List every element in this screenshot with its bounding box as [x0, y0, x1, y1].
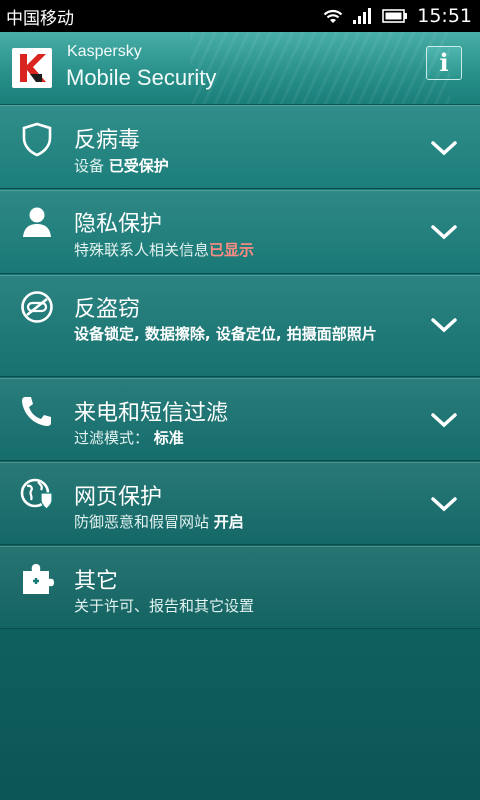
menu-subtitle: 关于许可、报告和其它设置 [74, 597, 255, 615]
chevron-down-icon[interactable] [430, 412, 458, 430]
globe-shield-icon [20, 478, 53, 511]
menu-title: 反盗窃 [74, 297, 141, 322]
menu-subtitle: 防御恶意和假冒网站 开启 [74, 513, 244, 531]
anti-theft-icon [21, 291, 53, 323]
menu-title: 其它 [74, 569, 119, 594]
menu-subtitle: 设备 已受保护 [74, 157, 169, 175]
status-icons: 15:51 [322, 5, 472, 27]
menu-title: 反病毒 [74, 128, 141, 153]
chevron-down-icon[interactable] [430, 140, 458, 158]
menu-item-antivirus[interactable]: 反病毒 设备 已受保护 [0, 105, 480, 189]
puzzle-icon [23, 564, 54, 594]
app-title: Mobile Security [66, 65, 217, 90]
menu-item-anti-theft[interactable]: 反盗窃 设备锁定, 数据擦除, 设备定位, 拍摄面部照片 [0, 275, 480, 377]
clock: 15:51 [417, 5, 472, 27]
menu-subtitle: 特殊联系人相关信息已显示 [74, 241, 255, 259]
menu-item-other[interactable]: 其它 关于许可、报告和其它设置 [0, 546, 480, 629]
chevron-down-icon[interactable] [430, 496, 458, 514]
person-icon [23, 207, 51, 237]
status-bar: 中国移动 15:51 [0, 0, 480, 32]
menu-subtitle: 设备锁定, 数据擦除, 设备定位, 拍摄面部照片 [74, 325, 377, 343]
menu-title: 隐私保护 [74, 212, 163, 237]
menu-item-call-sms-filter[interactable]: 来电和短信过滤 过滤模式： 标准 [0, 378, 480, 461]
app-header: Kaspersky Mobile Security i [0, 32, 480, 105]
menu-title: 来电和短信过滤 [74, 401, 229, 426]
battery-icon [382, 8, 408, 24]
menu-title: 网页保护 [74, 485, 163, 510]
wifi-icon [322, 7, 344, 25]
menu-item-web-protection[interactable]: 网页保护 防御恶意和假冒网站 开启 [0, 462, 480, 545]
info-button[interactable]: i [426, 46, 462, 80]
menu-subtitle: 过滤模式： 标准 [74, 429, 184, 447]
phone-icon [22, 397, 51, 426]
brand-small-label: Kaspersky [67, 43, 142, 60]
signal-icon [353, 7, 373, 25]
shield-icon [22, 122, 52, 157]
kaspersky-logo-icon [12, 48, 52, 88]
chevron-down-icon[interactable] [430, 317, 458, 335]
menu-item-privacy[interactable]: 隐私保护 特殊联系人相关信息已显示 [0, 190, 480, 274]
chevron-down-icon[interactable] [430, 224, 458, 242]
carrier-label: 中国移动 [6, 8, 74, 29]
